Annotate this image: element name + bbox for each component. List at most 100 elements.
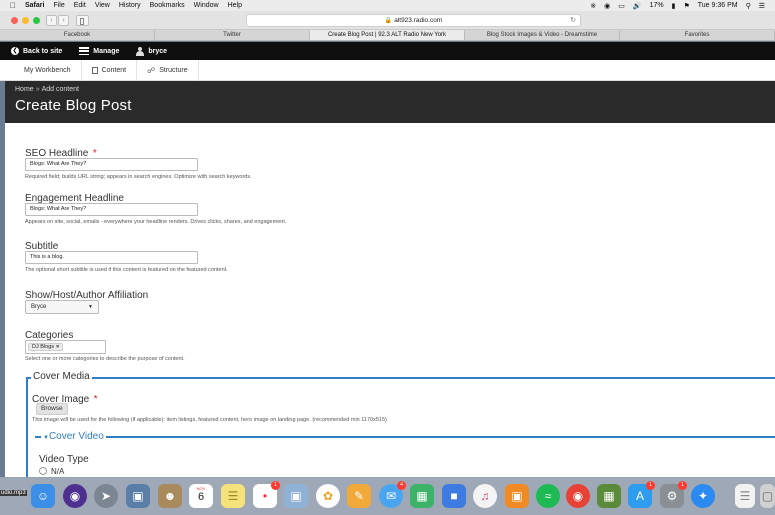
flag-icon[interactable]: ⚑ [683,2,689,10]
volume-icon[interactable]: 🔊 [633,2,642,10]
page-title: Create Blog Post [15,97,132,114]
finder-icon[interactable]: ☺ [31,484,55,508]
notes-icon[interactable]: ☰ [221,484,245,508]
menu-file[interactable]: File [53,2,64,9]
spotify-icon[interactable]: ≈ [536,484,560,508]
tray-my-workbench[interactable]: My Workbench [0,59,82,81]
engagement-headline-input[interactable]: Blogs: What Are They? [25,203,198,216]
form-content: SEO Headline * Blogs: What Are They? Req… [5,123,775,477]
reload-icon[interactable]: ↻ [570,15,576,27]
bluetooth-icon[interactable]: ※ [590,2,596,10]
video-type-na-label: N/A [51,467,65,476]
minecraft-icon[interactable]: ▦ [597,484,621,508]
affiliation-selected-value: Bryce [31,304,47,310]
cover-media-fieldset-border [26,377,775,379]
menu-clock[interactable]: Tue 9:36 PM [698,2,738,9]
structure-icon: ☍ [147,65,156,75]
reminders-icon[interactable]: • 1 [253,481,280,508]
airplay-icon[interactable]: ▭ [618,2,625,10]
manage-menu-button[interactable]: Manage [79,47,119,55]
browser-toolbar: ‹ › 🔒 alt923.radio.com ↻ [0,11,775,30]
back-arrow-icon: ❮ [11,47,19,55]
cover-image-description: This image will be used for the followin… [32,417,387,423]
calendar-icon[interactable]: NOV 6 [189,484,213,508]
subtitle-description: The optional short subtitle is used if t… [25,267,228,273]
tray-my-workbench-label: My Workbench [24,66,71,74]
cover-video-legend[interactable]: ▼Cover Video [41,431,106,442]
numbers-icon[interactable]: ▦ [410,484,434,508]
menu-extras: ※ ◉ ▭ 🔊 17% ▮ ⚑ Tue 9:36 PM ⚲ ☰ [590,2,775,10]
menu-window[interactable]: Window [194,2,219,9]
apple-menu-icon[interactable]:  [10,1,16,10]
affiliation-select[interactable]: Bryce ▼ [25,300,99,314]
forward-nav-button[interactable]: › [58,15,69,26]
itunes-icon[interactable]: ♫ [473,484,497,508]
menu-app-safari[interactable]: Safari [25,2,44,9]
menu-help[interactable]: Help [228,2,242,9]
launchpad-icon[interactable]: ➤ [94,484,118,508]
seo-headline-input[interactable]: Blogs: What Are They? [25,158,198,171]
minimize-window-button[interactable] [22,17,29,24]
zoom-window-button[interactable] [33,17,40,24]
document-file-icon[interactable]: ☰ [735,484,755,508]
back-to-site-link[interactable]: ❮ Back to site [11,47,62,55]
categories-input[interactable]: DJ Blogs × [25,340,106,354]
chrome-icon[interactable]: ◉ [566,484,590,508]
messages-icon[interactable]: ✉ 4 [379,481,406,508]
lock-icon: 🔒 [384,18,393,24]
safari-icon[interactable]: ✦ [691,484,715,508]
app-store-badge: 1 [646,481,655,490]
subtitle-input[interactable]: This is a blog. [25,251,198,264]
tab-bar: Facebook Twitter Create Blog Post | 92.3… [0,30,775,41]
tray-content-label: Content [101,66,127,74]
breadcrumb-home[interactable]: Home [15,86,34,93]
tab-facebook[interactable]: Facebook [0,30,155,40]
wifi-icon[interactable]: ◉ [604,2,610,10]
video-type-label: Video Type [39,449,89,467]
menu-edit[interactable]: Edit [74,2,86,9]
breadcrumb-separator: » [35,86,40,93]
tray-content[interactable]: Content [82,59,138,81]
preview-icon[interactable]: ▣ [126,484,150,508]
ibooks-icon[interactable]: ▣ [505,484,529,508]
sidebar-toggle-button[interactable] [76,15,89,26]
dock-file-label[interactable]: udio.mp3 [0,490,27,496]
system-preferences-badge: 1 [678,481,687,490]
contacts-icon[interactable]: ☻ [158,484,182,508]
tab-favorites[interactable]: Favorites [620,30,775,40]
app-store-icon[interactable]: A1 [628,481,655,508]
search-icon[interactable]: ⚲ [746,2,751,10]
menu-history[interactable]: History [119,2,141,9]
address-bar[interactable]: 🔒 alt923.radio.com ↻ [246,14,581,27]
breadcrumb-add-content[interactable]: Add content [42,86,79,93]
cover-media-fieldset-side [26,377,28,477]
photos-icon[interactable]: ✿ [316,484,340,508]
tray-structure[interactable]: ☍ Structure [137,59,199,81]
close-window-button[interactable] [11,17,18,24]
user-menu-button[interactable]: bryce [136,46,167,56]
user-icon [136,46,145,56]
tab-dreamstime[interactable]: Blog Stock Images & Video - Dreamstime [465,30,620,40]
battery-icon[interactable]: ▮ [672,2,676,10]
system-preferences-icon[interactable]: ⚙ 1 [660,481,687,508]
list-icon[interactable]: ☰ [759,2,765,10]
browse-button[interactable]: Browse [36,403,68,415]
menu-bookmarks[interactable]: Bookmarks [150,2,185,9]
tag-remove-icon[interactable]: × [56,344,59,350]
engagement-headline-description: Appears on site, social, emails - everyw… [25,219,287,225]
trash-icon[interactable]: ▢ [760,484,775,508]
back-nav-button[interactable]: ‹ [46,15,57,26]
tab-twitter[interactable]: Twitter [155,30,310,40]
admin-toolbar: ❮ Back to site Manage bryce [0,42,775,60]
battery-percent[interactable]: 17% [650,2,664,9]
tab-create-blog-post[interactable]: Create Blog Post | 92.3 ALT Radio New Yo… [310,30,465,40]
video-type-na-radio[interactable] [39,467,47,475]
page-header: Home» Add content Create Blog Post [5,81,775,123]
menu-view[interactable]: View [95,2,110,9]
pages-icon[interactable]: ✎ [347,484,371,508]
keynote-icon[interactable]: ■ [442,484,466,508]
siri-icon[interactable]: ◉ [63,484,87,508]
macos-dock: udio.mp3 ☺ ◉ ➤ ▣ ☻ NOV 6 ☰ • 1 ▣ ✿ ✎ ✉ 4 ▦… [0,477,775,515]
photo-booth-icon[interactable]: ▣ [284,484,308,508]
required-marker: * [93,394,98,405]
